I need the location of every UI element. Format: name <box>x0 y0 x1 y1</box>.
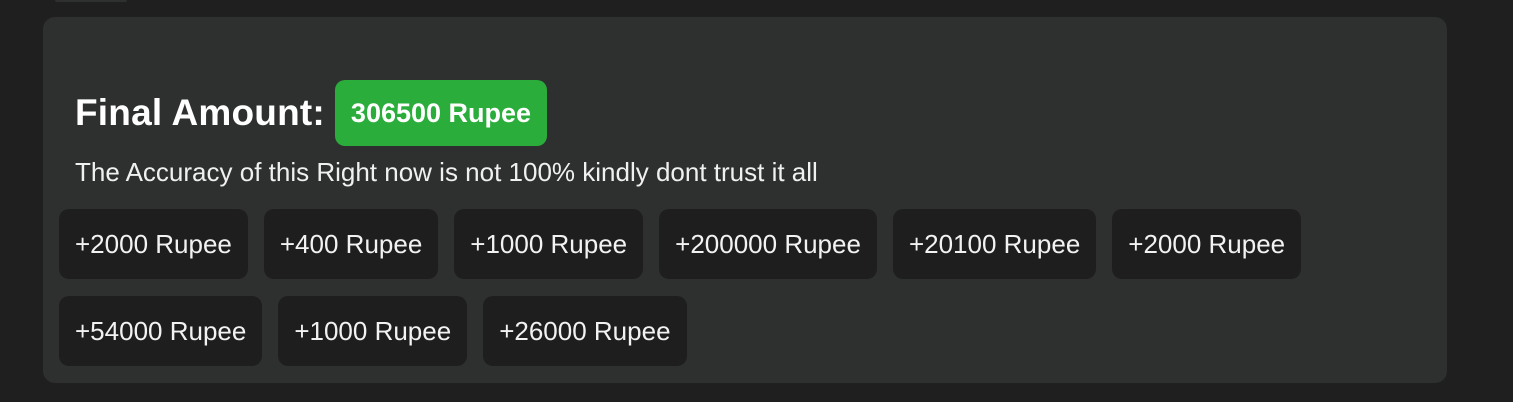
amount-entry-chip[interactable]: +26000 Rupee <box>483 296 687 366</box>
result-panel: Final Amount: 306500 Rupee The Accuracy … <box>43 17 1447 383</box>
amount-entry-chip[interactable]: +2000 Rupee <box>59 209 248 279</box>
amount-entry-chip[interactable]: +200000 Rupee <box>659 209 877 279</box>
amount-entries-list: +2000 Rupee +400 Rupee +1000 Rupee +2000… <box>59 209 1443 366</box>
amount-entry-chip[interactable]: +20100 Rupee <box>892 209 1097 279</box>
final-amount-label: Final Amount: <box>75 92 325 133</box>
amount-entry-chip[interactable]: +1000 Rupee <box>278 296 468 366</box>
top-tab-stub <box>55 0 127 2</box>
amount-entry-chip[interactable]: +54000 Rupee <box>59 296 263 366</box>
final-amount-badge: 306500 Rupee <box>334 80 548 146</box>
final-amount-row: Final Amount: 306500 Rupee <box>75 80 548 146</box>
amount-entry-chip[interactable]: +2000 Rupee <box>1112 209 1302 279</box>
amount-entry-chip[interactable]: +400 Rupee <box>263 209 439 279</box>
accuracy-disclaimer: The Accuracy of this Right now is not 10… <box>75 157 818 187</box>
amount-entry-chip[interactable]: +1000 Rupee <box>454 209 644 279</box>
